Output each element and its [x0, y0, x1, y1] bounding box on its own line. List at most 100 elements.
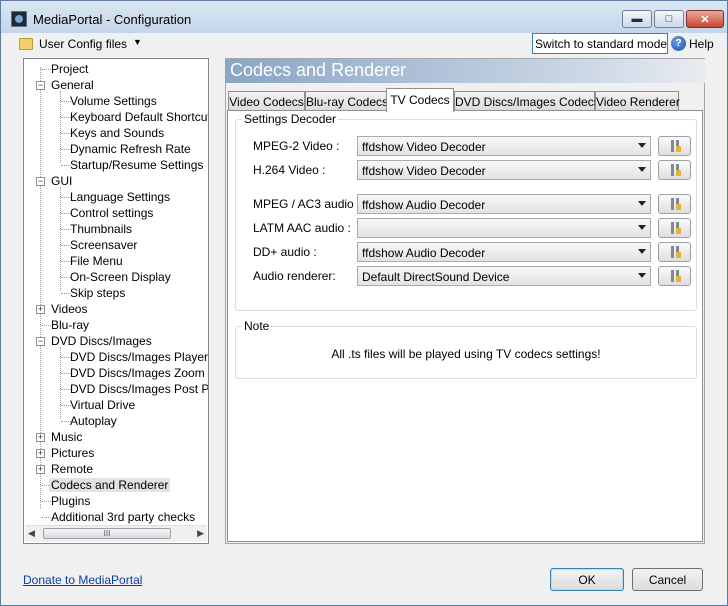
- note-text: All .ts files will be played using TV co…: [331, 347, 601, 361]
- tab-blu-ray-codecs[interactable]: Blu-ray Codecs: [305, 91, 388, 110]
- collapse-icon[interactable]: −: [36, 81, 45, 90]
- tree-item-blu-ray[interactable]: Blu-ray: [51, 317, 89, 333]
- scroll-left-icon[interactable]: ◀: [28, 528, 35, 539]
- cancel-button[interactable]: Cancel: [632, 568, 703, 591]
- minimize-icon: ▬: [631, 13, 643, 25]
- latm-aac-config-button[interactable]: [658, 218, 691, 238]
- switch-to-standard-mode-button[interactable]: Switch to standard mode: [532, 33, 668, 54]
- chevron-down-icon: [638, 167, 646, 172]
- tree-item-dynamic-refresh-rate[interactable]: Dynamic Refresh Rate: [70, 141, 191, 157]
- h264-config-button[interactable]: [658, 160, 691, 180]
- donate-link[interactable]: Donate to MediaPortal: [23, 573, 142, 587]
- minimize-button[interactable]: ▬: [622, 10, 652, 28]
- expand-icon[interactable]: +: [36, 433, 45, 442]
- tree-item-keyboard-shortcuts[interactable]: Keyboard Default Shortcuts: [70, 109, 208, 125]
- mpeg2-video-label: MPEG-2 Video :: [253, 139, 340, 153]
- close-icon: ✕: [700, 13, 710, 26]
- dropdown-arrow-icon[interactable]: ▼: [133, 37, 142, 47]
- chevron-down-icon: [638, 273, 646, 278]
- tree-item-thumbnails[interactable]: Thumbnails: [70, 221, 132, 237]
- title-bar: MediaPortal - Configuration ▬ □ ✕: [1, 1, 727, 33]
- audio-renderer-label: Audio renderer:: [253, 269, 336, 283]
- ddplus-audio-label: DD+ audio :: [253, 245, 317, 259]
- expand-icon[interactable]: +: [36, 465, 45, 474]
- tools-icon: [671, 222, 674, 234]
- expand-icon[interactable]: +: [36, 305, 45, 314]
- chevron-down-icon: [638, 225, 646, 230]
- chevron-down-icon: [638, 201, 646, 206]
- tree-item-startup-resume[interactable]: Startup/Resume Settings: [70, 157, 203, 173]
- tree-item-pictures[interactable]: Pictures: [51, 445, 94, 461]
- main-window: MediaPortal - Configuration ▬ □ ✕ User C…: [0, 0, 728, 606]
- expand-icon[interactable]: +: [36, 449, 45, 458]
- tab-video-codecs[interactable]: Video Codecs: [228, 91, 305, 110]
- tree-item-virtual-drive[interactable]: Virtual Drive: [70, 397, 135, 413]
- tree-item-project[interactable]: Project: [51, 61, 88, 77]
- settings-decoder-title: Settings Decoder: [242, 112, 339, 126]
- h264-video-label: H.264 Video :: [253, 163, 326, 177]
- tree-item-music[interactable]: Music: [51, 429, 82, 445]
- latm-aac-audio-select[interactable]: [357, 218, 651, 238]
- tree-item-dvd-post-processing[interactable]: DVD Discs/Images Post Processing: [70, 381, 208, 397]
- maximize-button[interactable]: □: [654, 10, 684, 28]
- tree-item-general[interactable]: General: [51, 77, 94, 93]
- collapse-icon[interactable]: −: [36, 177, 45, 186]
- mpeg2-config-button[interactable]: [658, 136, 691, 156]
- collapse-icon[interactable]: −: [36, 337, 45, 346]
- tools-icon: [671, 164, 674, 176]
- tree-item-autoplay[interactable]: Autoplay: [70, 413, 117, 429]
- tree-item-dvd-zoom[interactable]: DVD Discs/Images Zoom: [70, 365, 205, 381]
- tree-item-skip-steps[interactable]: Skip steps: [70, 285, 125, 301]
- window-title: MediaPortal - Configuration: [33, 12, 192, 27]
- tools-icon: [671, 246, 674, 258]
- chevron-down-icon: [638, 249, 646, 254]
- note-title: Note: [242, 319, 272, 333]
- tree-item-videos[interactable]: Videos: [51, 301, 87, 317]
- h264-video-select[interactable]: ffdshow Video Decoder: [357, 160, 651, 180]
- tree-item-codecs-and-renderer[interactable]: Codecs and Renderer: [49, 477, 171, 493]
- tree-horizontal-scrollbar[interactable]: ◀ III ▶: [25, 525, 207, 542]
- audio-renderer-config-button[interactable]: [658, 266, 691, 286]
- scroll-thumb[interactable]: III: [43, 528, 171, 539]
- tree-item-dvd-player[interactable]: DVD Discs/Images Player: [70, 349, 208, 365]
- note-group: Note All .ts files will be played using …: [235, 319, 697, 379]
- mpeg2-video-select[interactable]: ffdshow Video Decoder: [357, 136, 651, 156]
- tree-item-gui[interactable]: GUI: [51, 173, 72, 189]
- mpeg-ac3-audio-label: MPEG / AC3 audio :: [253, 197, 361, 211]
- close-button[interactable]: ✕: [686, 10, 724, 28]
- user-config-files-menu[interactable]: User Config files: [39, 37, 127, 51]
- toolbar: User Config files ▼ Switch to standard m…: [9, 33, 721, 55]
- maximize-icon: □: [665, 13, 673, 25]
- tree-item-screensaver[interactable]: Screensaver: [70, 237, 137, 253]
- ddplus-config-button[interactable]: [658, 242, 691, 262]
- tree-item-volume-settings[interactable]: Volume Settings: [70, 93, 157, 109]
- mpeg-ac3-audio-select[interactable]: ffdshow Audio Decoder: [357, 194, 651, 214]
- tab-video-renderer[interactable]: Video Renderer: [595, 91, 680, 110]
- scroll-right-icon[interactable]: ▶: [197, 528, 204, 539]
- tree-item-keys-and-sounds[interactable]: Keys and Sounds: [70, 125, 164, 141]
- tree-item-on-screen-display[interactable]: On-Screen Display: [70, 269, 171, 285]
- tab-dvd-codecs[interactable]: DVD Discs/Images Codecs: [454, 91, 600, 110]
- settings-tree[interactable]: Project − General Volume Settings Keyboa…: [23, 58, 209, 544]
- tree-item-additional-checks[interactable]: Additional 3rd party checks: [51, 509, 195, 525]
- section-header: Codecs and Renderer: [225, 59, 705, 83]
- latm-aac-audio-label: LATM AAC audio :: [253, 221, 351, 235]
- tools-icon: [671, 140, 674, 152]
- tree-item-control-settings[interactable]: Control settings: [70, 205, 153, 221]
- tree-item-remote[interactable]: Remote: [51, 461, 93, 477]
- mpeg-ac3-config-button[interactable]: [658, 194, 691, 214]
- ddplus-audio-select[interactable]: ffdshow Audio Decoder: [357, 242, 651, 262]
- section-title: Codecs and Renderer: [230, 60, 407, 80]
- tab-tv-codecs[interactable]: TV Codecs: [386, 88, 454, 112]
- tree-item-language-settings[interactable]: Language Settings: [70, 189, 170, 205]
- tools-icon: [671, 198, 674, 210]
- tree-item-file-menu[interactable]: File Menu: [70, 253, 123, 269]
- ok-button[interactable]: OK: [550, 568, 624, 591]
- audio-renderer-select[interactable]: Default DirectSound Device: [357, 266, 651, 286]
- folder-icon: [19, 38, 33, 50]
- tree-item-dvd-discs-images[interactable]: DVD Discs/Images: [51, 333, 152, 349]
- tree-item-plugins[interactable]: Plugins: [51, 493, 90, 509]
- tools-icon: [671, 270, 674, 282]
- help-button[interactable]: Help: [689, 37, 714, 51]
- help-icon[interactable]: ?: [671, 36, 686, 51]
